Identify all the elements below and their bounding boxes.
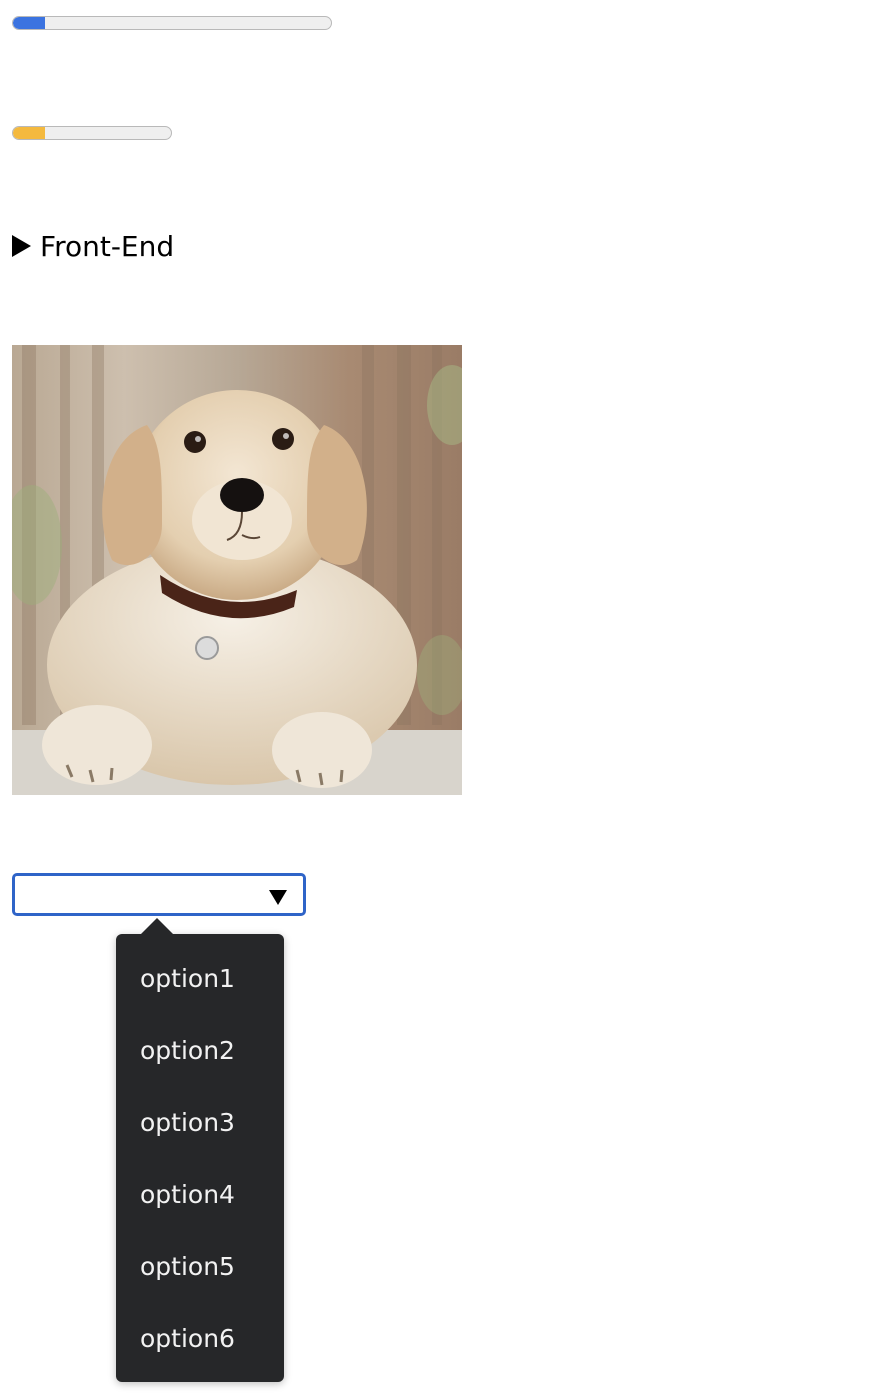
dropdown-option[interactable]: option5 [116, 1231, 284, 1303]
dropdown-option[interactable]: option2 [116, 1015, 284, 1087]
dropdown-pointer [141, 918, 173, 934]
dropdown-option[interactable]: option4 [116, 1159, 284, 1231]
details-summary[interactable]: Front-End [12, 226, 174, 266]
page: Front-End option1 option2 option3 option… [0, 0, 888, 1400]
dropdown-option[interactable]: option3 [116, 1087, 284, 1159]
progress-bar-2 [12, 126, 172, 140]
puppy-illustration [12, 345, 462, 795]
progress-bar-1 [12, 16, 332, 30]
options-select[interactable] [12, 873, 306, 916]
puppy-image [12, 345, 462, 795]
triangle-right-icon [12, 235, 31, 257]
dropdown-option[interactable]: option1 [116, 943, 284, 1015]
details-summary-label: Front-End [40, 229, 175, 263]
dropdown-option[interactable]: option6 [116, 1303, 284, 1375]
select-dropdown-menu: option1 option2 option3 option4 option5 … [116, 918, 284, 1382]
triangle-down-icon [269, 890, 287, 905]
progress-bar-1-fill [13, 17, 45, 29]
progress-bar-2-fill [13, 127, 45, 139]
